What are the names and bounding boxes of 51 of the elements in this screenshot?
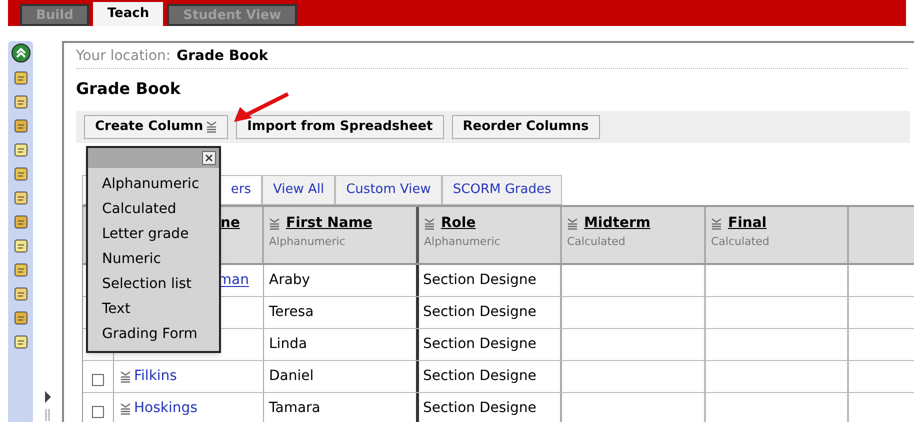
toolbar-button[interactable]: Create Column	[84, 115, 228, 139]
menu-icon[interactable]	[120, 402, 131, 414]
first-name-cell: Tamara	[264, 393, 419, 422]
menu-item[interactable]: Calculated	[102, 197, 219, 222]
row-checkbox[interactable]	[92, 374, 104, 386]
menu-item[interactable]: Text	[102, 297, 219, 322]
column-type: Calculated	[567, 234, 626, 250]
view-tab[interactable]: SCORM Grades	[442, 175, 562, 205]
column-type: Alphanumeric	[424, 234, 502, 250]
view-tab[interactable]: View All	[262, 175, 336, 205]
column-title[interactable]: ne	[220, 213, 240, 234]
menu-icon[interactable]	[206, 121, 218, 133]
role-cell: Section Designe	[419, 393, 562, 422]
first-name-cell: Daniel	[264, 361, 419, 392]
view-tab[interactable]: Custom View	[335, 175, 442, 205]
menu-item[interactable]: Numeric	[102, 247, 219, 272]
first-name-cell: Teresa	[264, 297, 419, 328]
toolbar-button[interactable]: Import from Spreadsheet	[236, 115, 444, 139]
column-title[interactable]: Role	[441, 213, 476, 234]
column-type: Alphanumeric	[269, 234, 346, 250]
role-cell: Section Designe	[419, 297, 562, 328]
menu-item[interactable]: Selection list	[102, 272, 219, 297]
double-chevron-up-icon[interactable]	[10, 43, 30, 63]
last-name-link[interactable]: Filkins	[134, 366, 177, 387]
first-name-cell: Araby	[264, 265, 419, 296]
column-type: Calculated	[711, 234, 770, 250]
menu-icon[interactable]	[424, 218, 435, 230]
last-name-link[interactable]: Hoskings	[134, 398, 198, 419]
role-cell: Section Designe	[419, 329, 562, 360]
menu-icon[interactable]	[567, 218, 578, 230]
column-title[interactable]: Midterm	[584, 213, 650, 234]
first-name-cell: Linda	[264, 329, 419, 360]
menu-icon[interactable]	[711, 218, 722, 230]
column-title[interactable]: Final	[728, 213, 767, 234]
menu-icon[interactable]	[269, 218, 280, 230]
close-button[interactable]	[202, 151, 216, 165]
role-cell: Section Designe	[419, 265, 562, 296]
location-label: Your location:	[76, 47, 171, 66]
role-cell: Section Designe	[419, 361, 562, 392]
location-value: Grade Book	[176, 47, 268, 66]
top-tab[interactable]: Teach	[93, 2, 164, 26]
expand-arrow-icon[interactable]	[44, 391, 52, 421]
close-icon	[205, 154, 213, 162]
menu-item[interactable]: Alphanumeric	[102, 172, 219, 197]
menu-item[interactable]: Letter grade	[102, 222, 219, 247]
menu-icon[interactable]	[120, 370, 131, 382]
row-checkbox[interactable]	[92, 406, 104, 418]
column-title[interactable]: First Name	[286, 213, 372, 234]
toolbar-button[interactable]: Reorder Columns	[452, 115, 600, 139]
menu-item[interactable]: Grading Form	[102, 322, 219, 347]
page-title: Grade Book	[76, 78, 182, 100]
